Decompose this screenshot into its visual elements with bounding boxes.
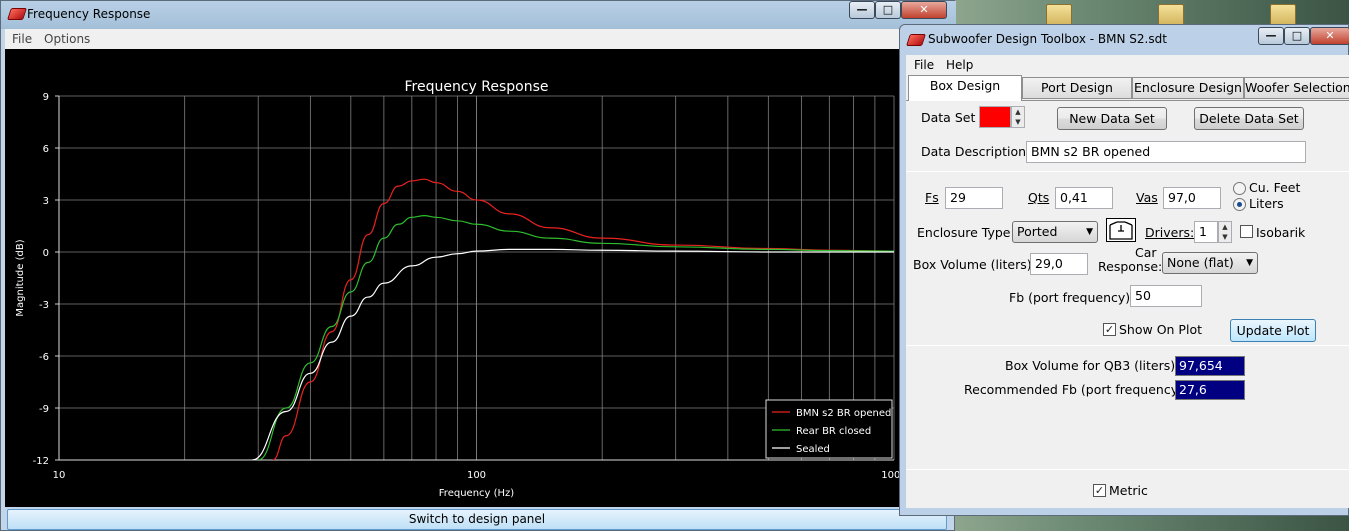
- liters-label[interactable]: Liters: [1249, 196, 1284, 211]
- vas-label: Vas: [1136, 190, 1158, 205]
- spin-down-icon[interactable]: ▼: [1219, 232, 1231, 242]
- qts-label: Qts: [1028, 190, 1050, 205]
- y-tick-label: -12: [33, 456, 49, 467]
- tab-woofer-selection[interactable]: Woofer Selection: [1244, 77, 1349, 99]
- drivers-label: Drivers:: [1145, 225, 1195, 240]
- qb3-volume-value: 97,654: [1175, 356, 1245, 376]
- fs-field[interactable]: 29: [945, 187, 1003, 209]
- window-title: Frequency Response: [27, 7, 151, 21]
- y-tick-label: -9: [39, 404, 49, 415]
- enclosure-type-select[interactable]: Ported ▼: [1012, 221, 1098, 243]
- legend-entry: BMN s2 BR opened: [796, 408, 891, 419]
- frequency-response-window: Frequency Response — □ ✕ File Options 9 6…: [0, 0, 956, 531]
- x-axis-label: Frequency (Hz): [439, 488, 515, 499]
- client-area: File Help Box Design Port Design Enclosu…: [906, 55, 1349, 508]
- data-description-field[interactable]: BMN s2 BR opened: [1026, 141, 1306, 163]
- menu-file[interactable]: File: [12, 32, 32, 46]
- spin-up-icon[interactable]: ▲: [1012, 107, 1024, 117]
- isobarik-checkbox[interactable]: [1240, 225, 1253, 238]
- car-response-select[interactable]: None (flat) ▼: [1162, 252, 1258, 274]
- subwoofer-design-toolbox-window: Subwoofer Design Toolbox - BMN S2.sdt — …: [899, 24, 1349, 516]
- qts-field[interactable]: 0,41: [1055, 187, 1113, 209]
- fb-field[interactable]: 50: [1130, 285, 1202, 307]
- y-tick-label: -6: [39, 352, 49, 363]
- data-set-label: Data Set: [921, 110, 976, 125]
- data-set-spinner[interactable]: ▲ ▼: [1011, 106, 1025, 128]
- box-volume-label: Box Volume (liters):: [913, 257, 1036, 272]
- chevron-down-icon: ▼: [1086, 227, 1093, 237]
- app-icon: [906, 34, 926, 46]
- cu-feet-label[interactable]: Cu. Feet: [1249, 180, 1300, 195]
- frequency-response-chart: 9 6 3 0 -3 -6 -9 -12 10 100 1000 Frequency Response…: [5, 49, 951, 507]
- show-on-plot-label[interactable]: Show On Plot: [1119, 322, 1202, 337]
- separator: [906, 345, 1349, 346]
- menu-bar: File Options: [5, 29, 951, 49]
- data-description-label: Data Description:: [921, 144, 1031, 159]
- tab-box-design[interactable]: Box Design: [908, 75, 1022, 101]
- menu-options[interactable]: Options: [44, 32, 90, 46]
- vas-field[interactable]: 97,0: [1163, 187, 1221, 209]
- metric-label[interactable]: Metric: [1109, 483, 1148, 498]
- qb3-volume-label: Box Volume for QB3 (liters):: [1005, 358, 1180, 373]
- chevron-down-icon: ▼: [1246, 258, 1253, 268]
- liters-radio[interactable]: [1233, 198, 1246, 211]
- recommended-fb-value: 27,6: [1175, 380, 1245, 400]
- maximize-button[interactable]: □: [875, 1, 901, 19]
- window-title: Subwoofer Design Toolbox - BMN S2.sdt: [928, 32, 1167, 46]
- new-data-set-button[interactable]: New Data Set: [1057, 107, 1167, 130]
- app-icon: [7, 8, 27, 20]
- drivers-field[interactable]: 1: [1194, 221, 1218, 243]
- box-design-panel: Data Set 1 ▲ ▼ New Data Set Delete Data S…: [906, 100, 1349, 508]
- tab-enclosure-design[interactable]: Enclosure Design: [1132, 77, 1244, 99]
- data-set-field[interactable]: 1: [979, 106, 1011, 128]
- enclosure-type-value: Ported: [1017, 224, 1058, 239]
- cu-feet-radio[interactable]: [1233, 182, 1246, 195]
- enclosure-icon: [1106, 218, 1136, 242]
- x-tick-label: 10: [53, 470, 66, 481]
- minimize-button[interactable]: —: [849, 1, 875, 19]
- isobarik-label[interactable]: Isobarik: [1256, 225, 1305, 240]
- minimize-button[interactable]: —: [1258, 27, 1284, 45]
- box-volume-field[interactable]: 29,0: [1030, 253, 1088, 275]
- x-tick-label: 100: [467, 470, 486, 481]
- delete-data-set-button[interactable]: Delete Data Set: [1194, 107, 1304, 130]
- car-response-value: None (flat): [1167, 255, 1234, 270]
- car-response-label-line1: Car: [1135, 245, 1157, 260]
- separator: [906, 469, 1349, 470]
- car-response-label-line2: Response:: [1098, 259, 1163, 274]
- separator: [906, 171, 1349, 172]
- menu-help[interactable]: Help: [946, 58, 973, 72]
- titlebar[interactable]: Frequency Response — □ ✕: [1, 1, 956, 29]
- spin-up-icon[interactable]: ▲: [1219, 222, 1231, 232]
- metric-checkbox[interactable]: ✓: [1093, 484, 1106, 497]
- close-button[interactable]: ✕: [901, 1, 947, 19]
- fs-label: Fs: [925, 190, 939, 205]
- legend-entry: Sealed: [796, 444, 830, 455]
- y-axis-label: Magnitude (dB): [15, 239, 26, 316]
- chart-svg: 9630-3-6-9-1210 100 1000Frequency Response…: [15, 79, 907, 499]
- y-tick-label: -3: [39, 300, 49, 311]
- y-tick-label: 3: [43, 196, 49, 207]
- menu-file[interactable]: File: [914, 58, 934, 72]
- update-plot-button[interactable]: Update Plot: [1230, 319, 1316, 342]
- enclosure-type-label: Enclosure Type:: [917, 225, 1015, 240]
- recommended-fb-label: Recommended Fb (port frequency):: [964, 382, 1188, 397]
- show-on-plot-checkbox[interactable]: ✓: [1103, 323, 1116, 336]
- y-tick-label: 6: [43, 144, 49, 155]
- menu-bar: File Help: [906, 55, 1349, 75]
- chart-title: Frequency Response: [404, 79, 548, 95]
- switch-to-design-panel-button[interactable]: Switch to design panel: [7, 509, 947, 530]
- close-button[interactable]: ✕: [1310, 27, 1349, 45]
- spin-down-icon[interactable]: ▼: [1012, 117, 1024, 127]
- legend-entry: Rear BR closed: [796, 426, 871, 437]
- y-tick-label: 9: [43, 92, 49, 103]
- tab-port-design[interactable]: Port Design: [1022, 77, 1132, 99]
- y-tick-label: 0: [43, 248, 49, 259]
- maximize-button[interactable]: □: [1284, 27, 1310, 45]
- fb-label: Fb (port frequency):: [1009, 290, 1135, 305]
- drivers-spinner[interactable]: ▲ ▼: [1218, 221, 1232, 243]
